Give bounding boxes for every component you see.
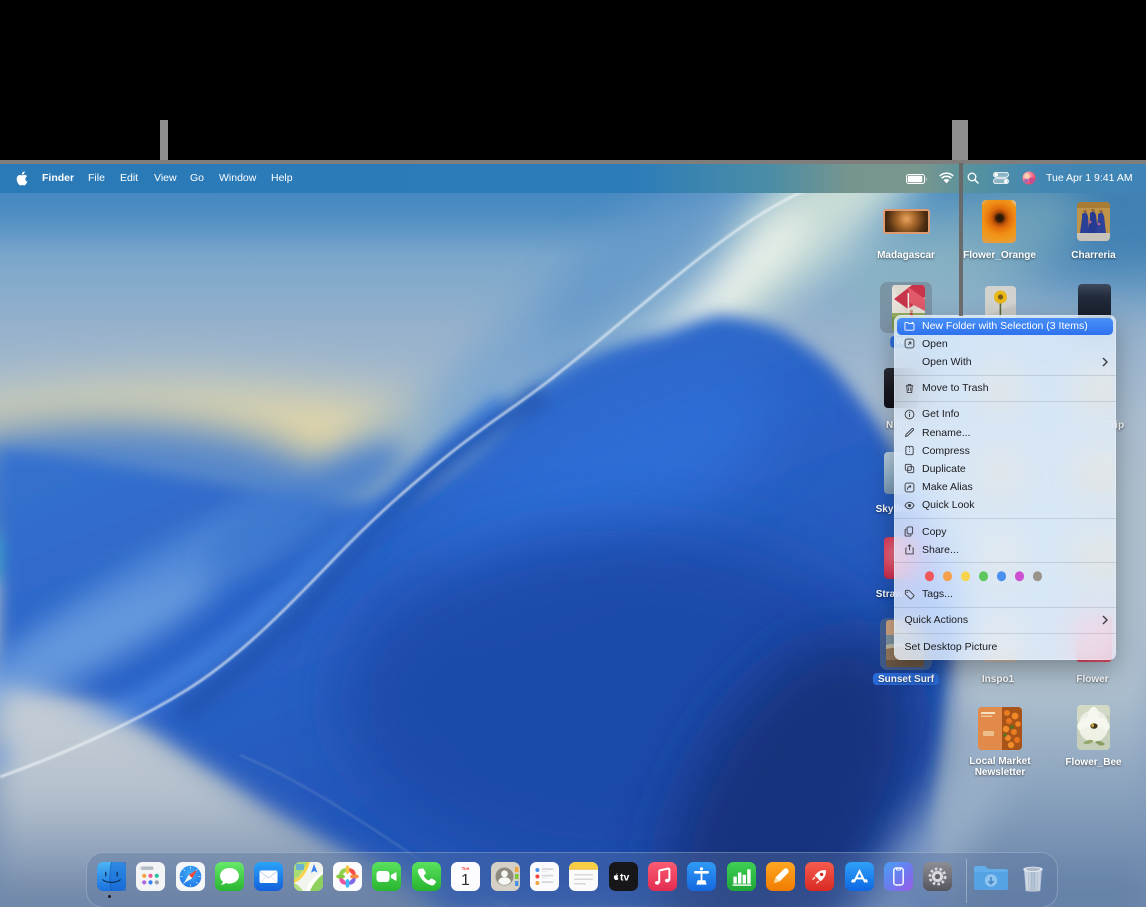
svg-text:tv: tv	[620, 871, 629, 883]
svg-text:1: 1	[461, 872, 470, 889]
svg-text:Tue: Tue	[462, 866, 470, 871]
